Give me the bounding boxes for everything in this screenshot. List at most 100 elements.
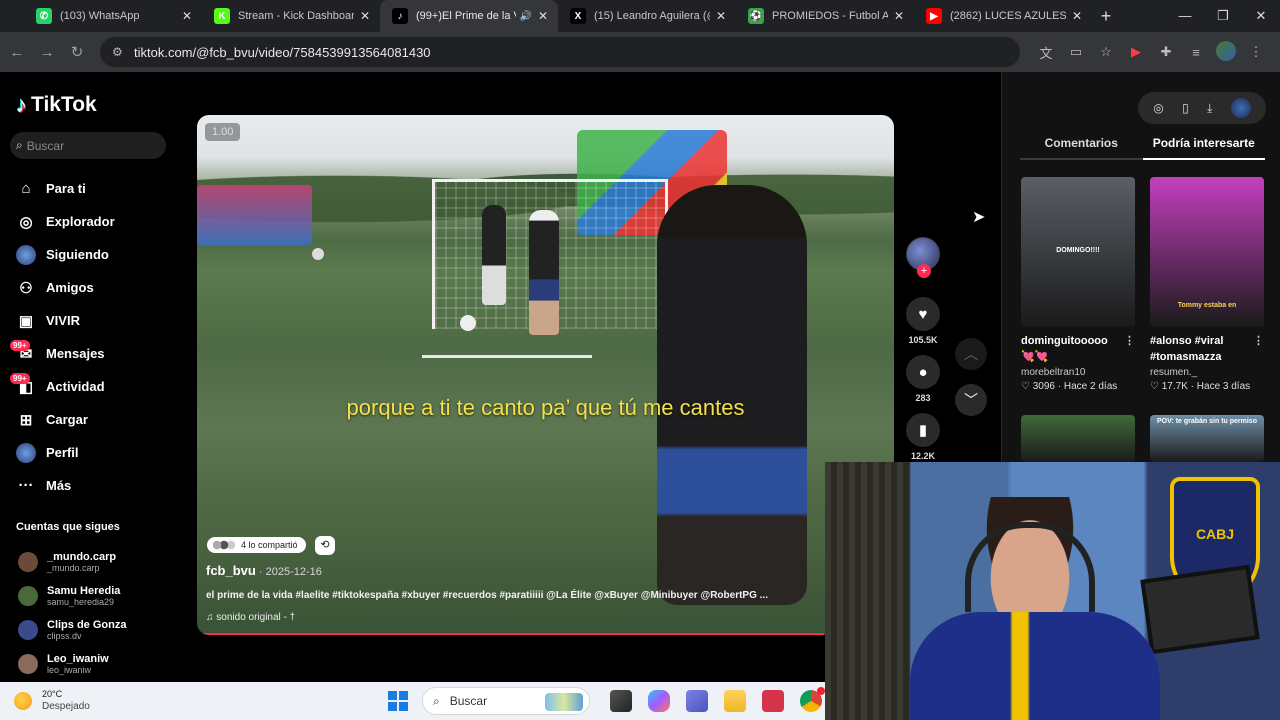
bookmark-star-icon[interactable]: ☆ [1092, 44, 1120, 60]
close-tab-icon[interactable]: ✕ [892, 9, 906, 23]
browser-tab[interactable]: ⚽PROMIEDOS - Futbol Arge✕ [736, 0, 914, 32]
sidebar-item-actividad[interactable]: ◧ 99+ Actividad [10, 370, 115, 403]
speaker-icon[interactable]: 🔊 [520, 11, 532, 22]
sidebar-item-mensajes[interactable]: ✉ 99+ Mensajes [10, 337, 115, 370]
streamer-jersey [910, 612, 1160, 720]
sidebar-item-amigos[interactable]: ⚇ Amigos [16, 271, 115, 304]
back-icon[interactable]: ← [2, 44, 32, 61]
close-tab-icon[interactable]: ✕ [536, 9, 550, 23]
video-player-person [482, 205, 506, 305]
recommended-video-card[interactable]: Tommy estaba en #alonso #viral #tomasmazz… [1150, 177, 1264, 392]
like-heart-icon[interactable]: ♥ [906, 297, 940, 331]
user-avatar[interactable] [1230, 98, 1251, 118]
more-options-icon[interactable]: ⋮ [1253, 333, 1264, 349]
author-avatar[interactable]: + [906, 237, 940, 278]
video-progress-bar[interactable] [197, 633, 825, 635]
download-icon[interactable]: ⤓ [1207, 101, 1212, 116]
forward-icon[interactable]: → [32, 44, 62, 61]
compass-icon[interactable]: ◎ [1153, 101, 1163, 115]
sidebar-item-ms[interactable]: ··· Más [16, 469, 115, 502]
browser-tab[interactable]: K Stream - Kick Dashboard ✕ [202, 0, 380, 32]
video-author[interactable]: fcb_bvu · 2025-12-16 [206, 563, 322, 578]
menu-icon[interactable]: ⋮ [1242, 44, 1270, 60]
cast-icon[interactable]: ▭ [1062, 44, 1090, 60]
recommended-video-card[interactable]: DOMINGO!!!! dominguitooooo 💘💘 ⋮ morebeltran1… [1021, 177, 1135, 392]
extensions-icon[interactable]: ✚ [1152, 44, 1180, 60]
copilot-icon[interactable] [648, 690, 670, 712]
repost-icon[interactable]: ⟲ [315, 536, 335, 555]
tiktok-logo[interactable]: ♪ TikTok [16, 92, 97, 118]
recommended-video-card[interactable] [1021, 415, 1135, 462]
youtube-extension-icon[interactable]: ▶ [1122, 44, 1150, 60]
playback-speed-badge[interactable]: 1.00 [205, 123, 241, 141]
following-item[interactable]: Clips de Gonza clipss.dv [18, 613, 126, 647]
site-info-icon[interactable]: ⚙ [112, 45, 134, 59]
card-user[interactable]: morebeltran10 [1021, 367, 1135, 378]
app-icon[interactable] [762, 690, 784, 712]
close-tab-icon[interactable]: ✕ [1070, 9, 1084, 23]
card-user[interactable]: resumen._ [1150, 367, 1264, 378]
sidebar-item-vivir[interactable]: ▣ VIVIR [16, 304, 115, 337]
windows-start-icon[interactable] [388, 691, 408, 711]
activity-icon: ◧ 99+ [10, 372, 36, 397]
media-control-icon[interactable]: ≡ [1182, 45, 1210, 60]
sidebar-item-label: Perfil [46, 445, 79, 460]
reload-icon[interactable]: ↻ [62, 43, 92, 61]
sidebar-item-cargar[interactable]: ⊞ Cargar [16, 403, 115, 436]
video-sound[interactable]: ♫ sonido original - † [206, 612, 295, 623]
video-ball [312, 248, 324, 260]
profile-avatar[interactable] [1212, 40, 1240, 64]
weather-temp: 20°C [42, 689, 63, 699]
webcam-curtain [825, 462, 910, 720]
weather-widget[interactable]: 20°C Despejado [14, 689, 134, 713]
following-avatar-icon [16, 244, 36, 265]
following-item[interactable]: Samu Heredia samu_heredia29 [18, 579, 126, 613]
tab-podria-interesarte[interactable]: Podría interesarte [1142, 136, 1265, 160]
task-view-icon[interactable] [610, 690, 632, 712]
address-bar[interactable]: ⚙ tiktok.com/@fcb_bvu/video/758453991356… [100, 37, 1020, 67]
more-options-icon[interactable]: ⋮ [1124, 333, 1135, 349]
next-video-chevron-down-icon[interactable]: ﹀ [955, 384, 987, 416]
new-tab-button[interactable]: + [1092, 0, 1120, 32]
more-icon: ··· [18, 477, 34, 494]
recommended-video-card[interactable]: POV: te grabán sin tu permiso [1150, 415, 1264, 462]
sidebar-item-siguiendo[interactable]: Siguiendo [16, 238, 115, 271]
follow-plus-icon[interactable]: + [917, 264, 931, 278]
restore-icon[interactable]: ❐ [1204, 0, 1242, 32]
tab-comentarios[interactable]: Comentarios [1020, 136, 1143, 160]
browser-tab[interactable]: X(15) Leandro Aguilera (@Ta✕ [558, 0, 736, 32]
video-thumbnail[interactable]: Tommy estaba en [1150, 177, 1264, 327]
sidebar-search-input[interactable]: ⌕ Buscar [10, 132, 166, 159]
comment-icon[interactable]: ● [906, 355, 940, 389]
close-tab-icon[interactable]: ✕ [180, 9, 194, 23]
sidebar-item-explorador[interactable]: ◎ Explorador [16, 205, 114, 238]
close-window-icon[interactable]: ✕ [1242, 0, 1280, 32]
video-player[interactable]: 1.00 porque a ti te canto pa’ que tú me … [197, 115, 894, 635]
right-panel: ◎ ▯ ⤓ Comentarios Podría interesarte DOM… [1001, 72, 1280, 462]
video-thumbnail[interactable]: DOMINGO!!!! [1021, 177, 1135, 327]
file-explorer-icon[interactable] [724, 690, 746, 712]
thumbnail-overlay-text: DOMINGO!!!! [1056, 247, 1100, 254]
teams-icon[interactable] [686, 690, 708, 712]
video-thumbnail[interactable]: POV: te grabán sin tu permiso [1150, 415, 1264, 462]
minimize-icon[interactable]: — [1166, 0, 1204, 32]
sidebar-item-perfil[interactable]: Perfil [16, 436, 115, 469]
tab-favicon-icon: ⚽ [748, 8, 764, 24]
phone-icon[interactable]: ▯ [1182, 101, 1189, 115]
following-item[interactable]: _mundo.carp _mundo.carp [18, 545, 126, 579]
video-thumbnail[interactable] [1021, 415, 1135, 462]
browser-tab[interactable]: ✆ (103) WhatsApp ✕ [24, 0, 202, 32]
following-item[interactable]: Leo_iwaniw leo_iwaniw [18, 647, 126, 681]
webcam-overlay: CABJ [825, 462, 1280, 720]
previous-video-chevron-up-icon[interactable]: ︿ [955, 338, 987, 370]
close-tab-icon[interactable]: ✕ [358, 9, 372, 23]
taskbar-search-input[interactable]: ⌕ Buscar [422, 687, 590, 715]
bookmark-icon[interactable]: ▮ [906, 413, 940, 447]
translate-icon[interactable]: 文 [1032, 43, 1060, 62]
sidebar-item-parati[interactable]: ⌂ Para ti [16, 172, 115, 205]
close-tab-icon[interactable]: ✕ [714, 9, 728, 23]
browser-tab[interactable]: ♪(99+)El Prime de la Vid🔊✕ [380, 0, 558, 32]
chrome-icon[interactable] [800, 687, 825, 712]
shared-by-badge[interactable]: 4 lo compartió [207, 537, 306, 553]
browser-tab[interactable]: ▶(2862) LUCES AZULES - Yo✕ [914, 0, 1092, 32]
